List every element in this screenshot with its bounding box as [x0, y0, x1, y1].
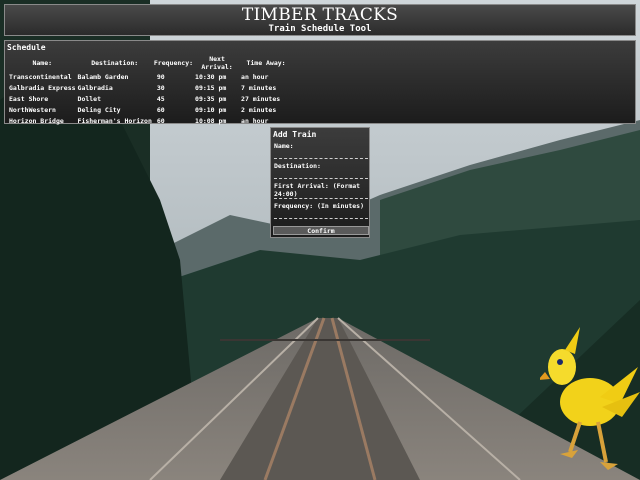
train-name-cell: East Shore	[9, 94, 49, 103]
app-header: TIMBER TRACKS Train Schedule Tool	[4, 4, 636, 36]
table-row: NorthWestern Deling City 60 09:10 pm 2 m…	[8, 104, 292, 115]
train-name-cell: Galbradia Express	[9, 83, 76, 92]
app-title: TIMBER TRACKS	[241, 5, 399, 25]
train-frequency-cell: 60	[156, 105, 165, 114]
schedule-title: Schedule	[7, 43, 46, 52]
column-header-name: Name:	[32, 59, 53, 67]
frequency-field-label: Frequency: (In minutes)	[274, 202, 365, 210]
first-arrival-field-group: First Arrival: (Format 24:00)	[274, 182, 368, 199]
train-frequency-cell: 60	[156, 116, 165, 125]
train-destination-cell: Galbradia	[77, 83, 113, 92]
train-destination-cell: Deling City	[77, 105, 121, 114]
column-header-time-away: Time Away:	[246, 59, 286, 67]
train-time-away-cell: 7 minutes	[241, 83, 277, 92]
column-header-destination: Destination:	[91, 59, 139, 67]
train-time-away-cell: an hour	[241, 116, 269, 125]
table-row: East Shore Dollet 45 09:35 pm 27 minutes	[8, 93, 292, 104]
schedule-table: Name: Destination: Frequency: Next Arriv…	[8, 55, 292, 126]
add-train-panel: Add Train Name: Destination: First Arriv…	[270, 127, 370, 238]
destination-field[interactable]	[274, 170, 368, 179]
train-name-cell: NorthWestern	[9, 105, 56, 114]
table-header-row: Name: Destination: Frequency: Next Arriv…	[8, 55, 292, 71]
frequency-field[interactable]	[274, 210, 368, 219]
table-row: Galbradia Express Galbradia 30 09:15 pm …	[8, 82, 292, 93]
table-row: Horizon Bridge Fisherman's Horizon 60 10…	[8, 115, 292, 126]
name-field[interactable]	[274, 150, 368, 159]
first-arrival-field-label: First Arrival: (Format 24:00)	[274, 182, 361, 198]
train-next-arrival-cell: 09:35 pm	[195, 94, 227, 103]
train-name-cell: Transcontinental	[9, 72, 72, 81]
column-header-frequency: Frequency:	[153, 59, 194, 67]
schedule-panel: Schedule Name: Destination: Frequency: N…	[4, 40, 636, 126]
train-time-away-cell: 2 minutes	[241, 105, 277, 114]
train-frequency-cell: 30	[156, 83, 165, 92]
app-subtitle: Train Schedule Tool	[268, 24, 372, 34]
table-row: Transcontinental Balamb Garden 90 10:30 …	[8, 71, 292, 82]
train-next-arrival-cell: 10:30 pm	[195, 72, 227, 81]
train-destination-cell: Balamb Garden	[77, 72, 129, 81]
confirm-button[interactable]: Confirm	[273, 226, 369, 235]
name-field-label: Name:	[274, 142, 294, 150]
destination-field-label: Destination:	[274, 162, 321, 170]
train-time-away-cell: 27 minutes	[241, 94, 281, 103]
train-frequency-cell: 90	[156, 72, 165, 81]
column-header-next-arrival: Next Arrival:	[201, 55, 233, 71]
train-next-arrival-cell: 09:15 pm	[195, 83, 227, 92]
destination-field-group: Destination:	[274, 162, 368, 179]
train-next-arrival-cell: 09:10 pm	[195, 105, 227, 114]
train-name-cell: Horizon Bridge	[9, 116, 64, 125]
train-frequency-cell: 45	[156, 94, 165, 103]
train-time-away-cell: an hour	[241, 72, 269, 81]
train-destination-cell: Fisherman's Horizon	[77, 116, 152, 125]
add-train-title: Add Train	[273, 130, 317, 139]
train-destination-cell: Dollet	[77, 94, 102, 103]
train-next-arrival-cell: 10:08 pm	[195, 116, 227, 125]
frequency-field-group: Frequency: (In minutes)	[274, 202, 368, 219]
name-field-group: Name:	[274, 142, 368, 159]
chocobo-mascot-image	[540, 327, 640, 470]
